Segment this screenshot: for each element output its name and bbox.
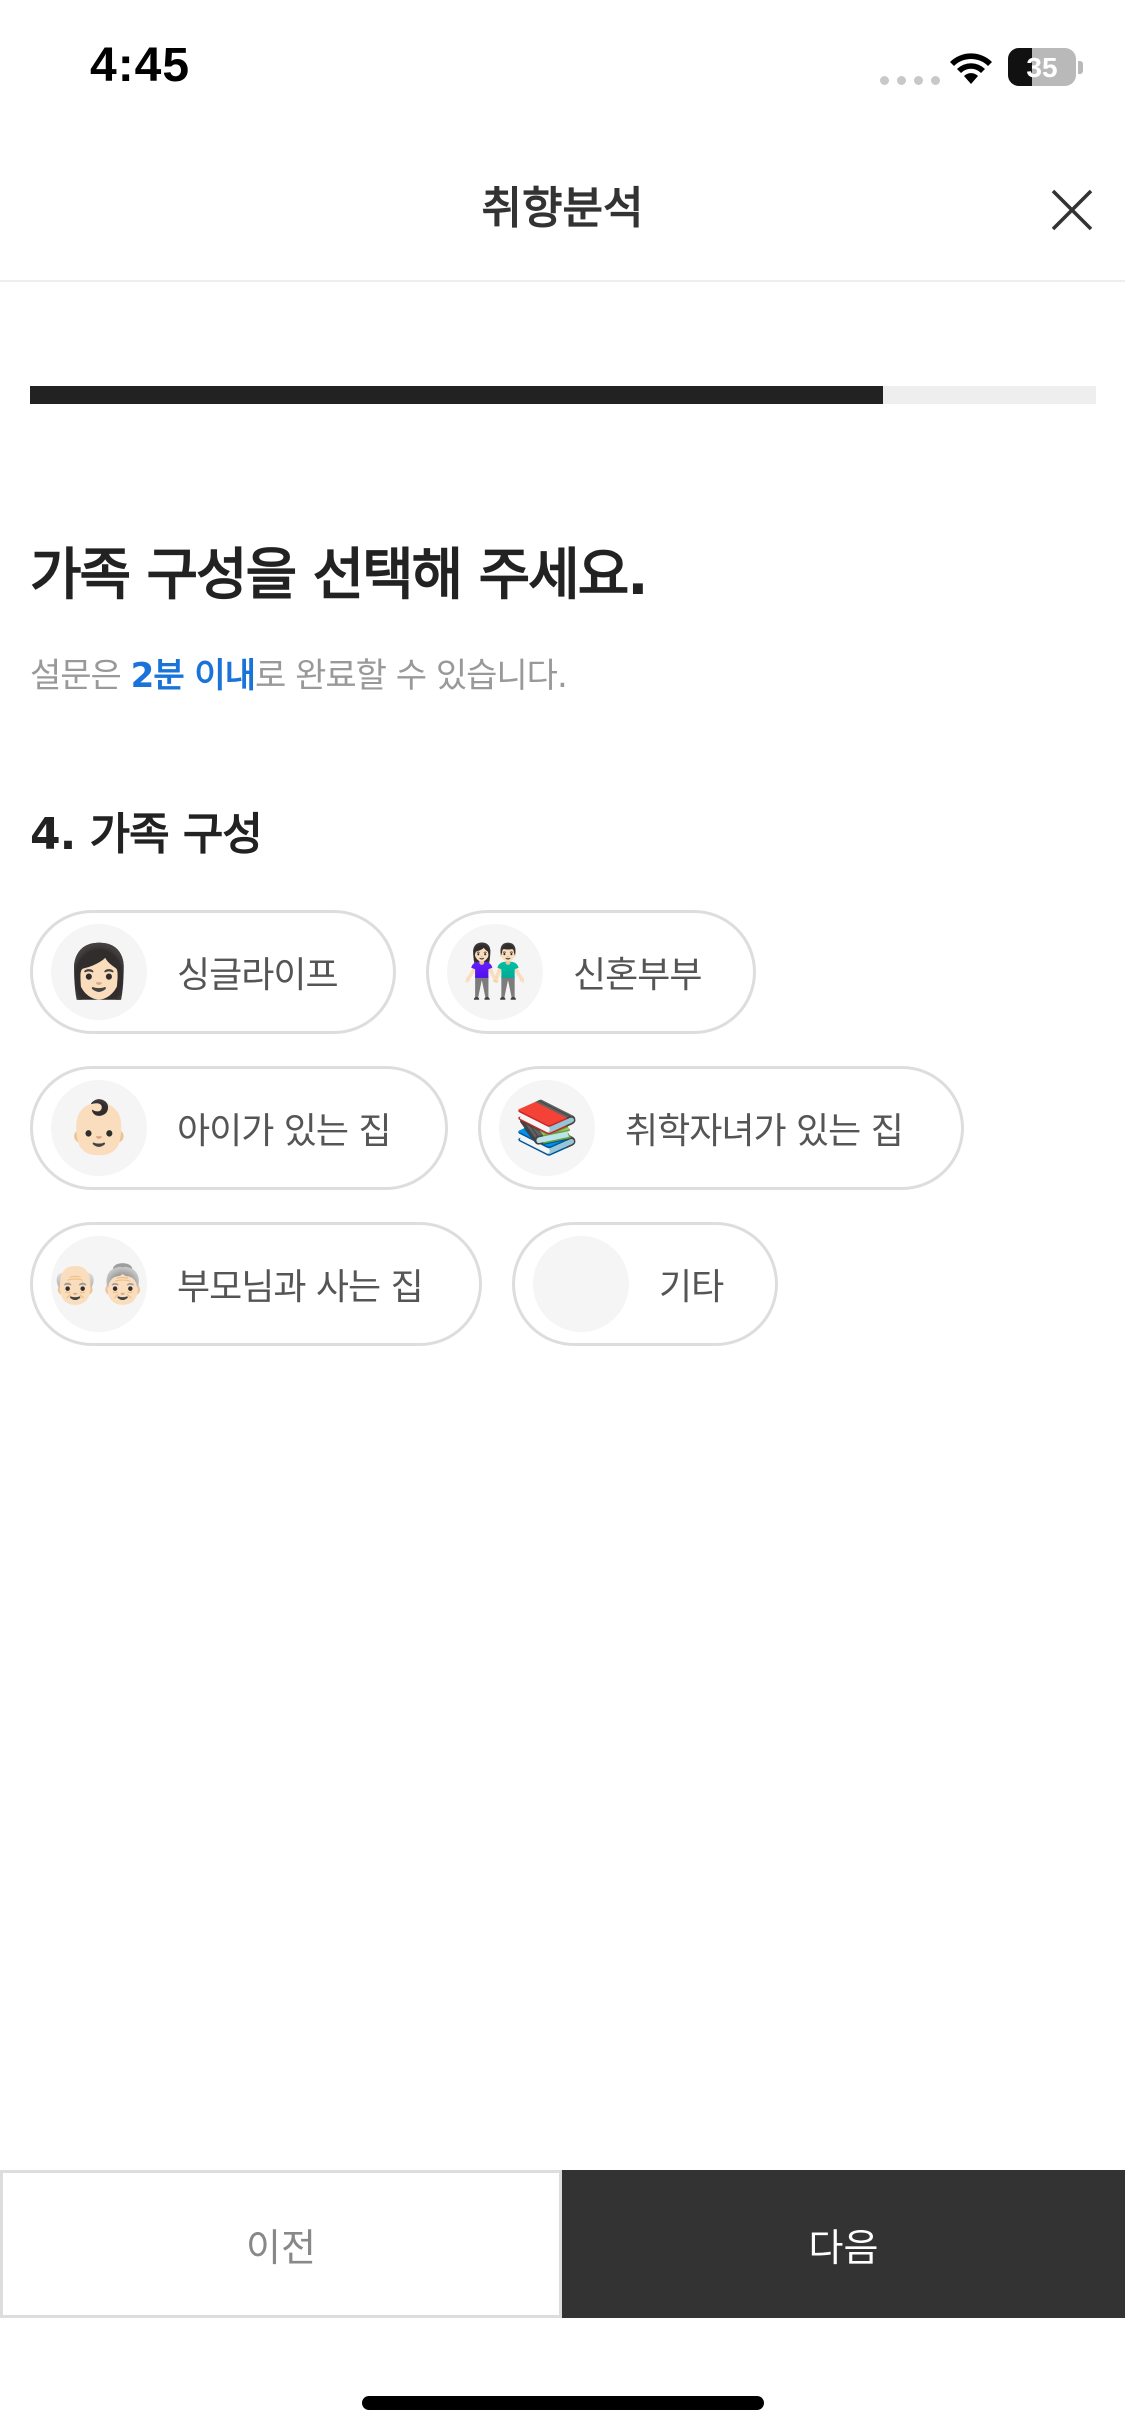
cellular-signal-icon [880,76,940,85]
header: 취향분석 [0,132,1125,282]
close-button[interactable] [1040,178,1104,242]
page-title: 취향분석 [481,183,644,234]
previous-button-label: 이전 [246,2225,316,2270]
next-button[interactable]: 다음 [562,2170,1125,2318]
section-title: 4. 가족 구성 [30,809,263,860]
option-label: 신혼부부 [573,955,702,996]
wifi-icon [950,53,992,84]
option-label: 기타 [659,1267,724,1308]
status-time: 4:45 [90,39,191,92]
blank-icon [533,1236,629,1332]
option-with-baby[interactable]: 👶🏻 아이가 있는 집 [30,1066,448,1190]
question-title: 가족 구성을 선택해 주세요. [30,543,648,608]
close-icon [1051,189,1093,231]
subtitle-highlight: 2분 이내 [130,656,256,696]
woman-icon: 👩🏻 [51,924,147,1020]
option-label: 취학자녀가 있는 집 [625,1111,904,1152]
battery-level: 35 [1026,52,1058,83]
battery-cap [1078,61,1083,74]
option-other[interactable]: 기타 [512,1222,778,1346]
books-icon: 📚 [499,1080,595,1176]
subtitle-suffix: 로 완료할 수 있습니다. [255,656,568,696]
status-bar: 4:45 35 [0,0,1125,132]
couple-icon: 👫🏻 [447,924,543,1020]
next-button-label: 다음 [808,2225,879,2270]
option-school-children[interactable]: 📚 취학자녀가 있는 집 [478,1066,964,1190]
home-indicator [362,2396,764,2410]
option-newlyweds[interactable]: 👫🏻 신혼부부 [426,910,756,1034]
battery-icon: 35 [1008,48,1076,86]
subtitle-prefix: 설문은 [30,656,131,696]
progress-fill [30,386,883,404]
option-label: 부모님과 사는 집 [177,1267,424,1308]
option-label: 아이가 있는 집 [177,1111,392,1152]
previous-button[interactable]: 이전 [0,2170,562,2318]
progress-bar [30,386,1096,404]
option-with-parents[interactable]: 👴🏻👵🏻 부모님과 사는 집 [30,1222,482,1346]
elderly-couple-icon: 👴🏻👵🏻 [51,1236,147,1332]
option-single-life[interactable]: 👩🏻 싱글라이프 [30,910,396,1034]
option-label: 싱글라이프 [177,955,339,996]
baby-icon: 👶🏻 [51,1080,147,1176]
question-subtitle: 설문은 2분 이내로 완료할 수 있습니다. [30,648,568,697]
